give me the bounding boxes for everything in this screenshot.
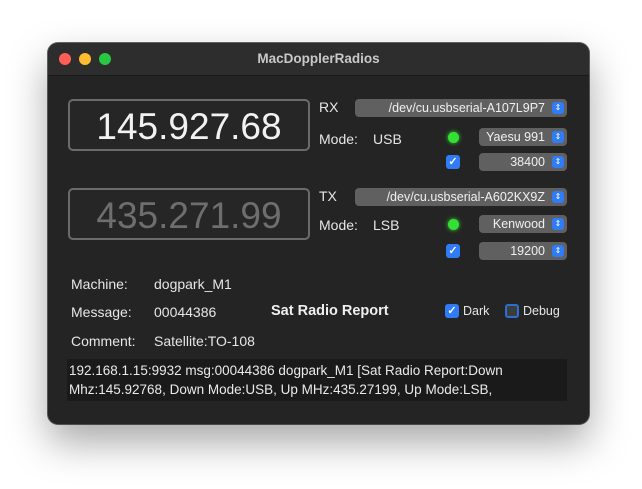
title-bar[interactable]: MacDopplerRadios [48,43,589,76]
tx-port-value: /dev/cu.usbserial-A602KX9Z [386,190,545,204]
updown-chevron-icon: ⇕ [552,102,564,114]
machine-label: Machine: [71,276,128,292]
machine-value: dogpark_M1 [154,276,232,292]
rx-radio-value: Yaesu 991 [486,130,545,144]
rx-enable-checkbox[interactable]: ✓ [446,155,460,169]
rx-port-select[interactable]: /dev/cu.usbserial-A107L9P7 ⇕ [355,99,567,117]
rx-baud-select[interactable]: 38400 ⇕ [479,153,567,171]
rx-mode-label: Mode: [319,131,358,147]
message-value: 00044386 [154,304,217,320]
message-label: Message: [71,304,132,320]
debug-label: Debug [523,304,560,318]
dark-label: Dark [463,304,490,318]
tx-label: TX [319,188,337,204]
rx-baud-value: 38400 [510,155,545,169]
rx-port-value: /dev/cu.usbserial-A107L9P7 [388,101,545,115]
rx-mode-value: USB [373,131,402,147]
debug-checkbox[interactable] [505,304,519,318]
comment-label: Comment: [71,333,136,349]
updown-chevron-icon: ⇕ [552,218,564,230]
tx-baud-value: 19200 [510,244,545,258]
rx-frequency-display: 145.927.68 [68,99,310,151]
tx-radio-select[interactable]: Kenwood ⇕ [479,215,567,233]
tx-mode-label: Mode: [319,217,358,233]
log-line: 192.168.1.15:9932 msg:00044386 dogpark_M… [69,363,503,378]
tx-status-led-icon [448,219,459,230]
tx-mode-value: LSB [373,217,400,233]
tx-frequency-display: 435.271.99 [68,188,310,240]
report-title: Sat Radio Report [271,303,389,319]
updown-chevron-icon: ⇕ [552,131,564,143]
tx-radio-value: Kenwood [492,217,545,231]
rx-radio-select[interactable]: Yaesu 991 ⇕ [479,128,567,146]
log-line: Mhz:145.92768, Down Mode:USB, Up MHz:435… [69,382,493,397]
tx-port-select[interactable]: /dev/cu.usbserial-A602KX9Z ⇕ [355,188,567,206]
updown-chevron-icon: ⇕ [552,156,564,168]
log-text-area[interactable]: 192.168.1.15:9932 msg:00044386 dogpark_M… [67,359,567,401]
window-title: MacDopplerRadios [257,51,380,66]
tx-baud-select[interactable]: 19200 ⇕ [479,242,567,260]
updown-chevron-icon: ⇕ [552,245,564,257]
main-window: MacDopplerRadios 145.927.68 RX /dev/cu.u… [48,43,589,424]
rx-label: RX [319,99,339,115]
tx-enable-checkbox[interactable]: ✓ [446,244,460,258]
dark-checkbox[interactable]: ✓ [445,304,459,318]
rx-status-led-icon [448,132,459,143]
comment-value: Satellite:TO-108 [154,333,255,349]
updown-chevron-icon: ⇕ [552,191,564,203]
